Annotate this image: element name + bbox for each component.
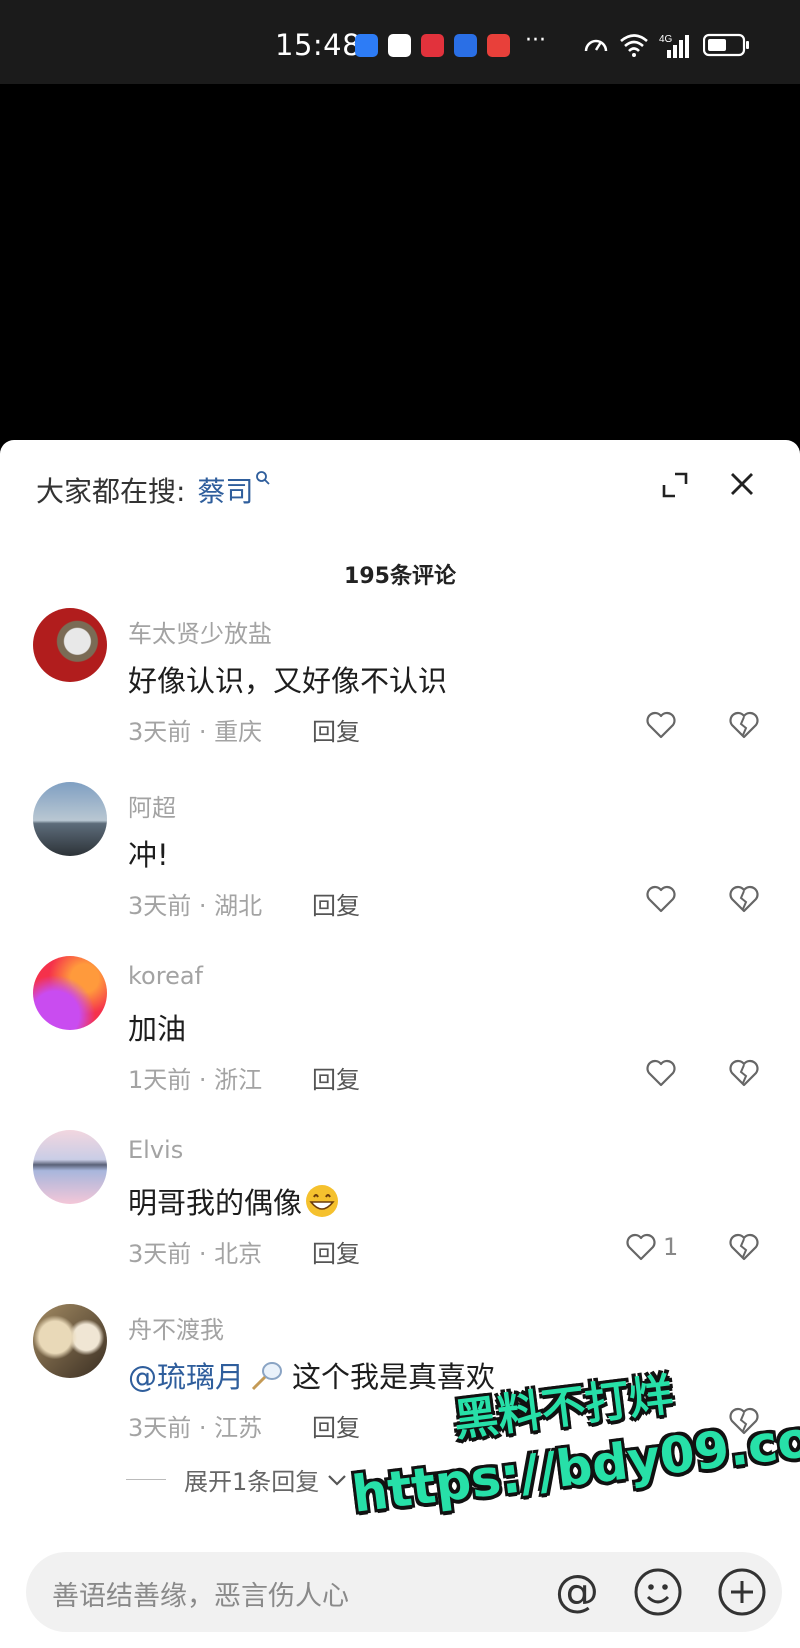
broken-heart-icon bbox=[729, 1233, 759, 1261]
racket-icon bbox=[251, 1362, 283, 1391]
grinning-emoji bbox=[306, 1185, 339, 1217]
comment-text: 加油 bbox=[128, 1012, 187, 1046]
comment-text: 好像认识，又好像不认识 bbox=[128, 664, 448, 698]
comment-username[interactable]: koreaf bbox=[128, 962, 203, 990]
search-term-link[interactable]: 蔡司 bbox=[197, 471, 271, 508]
broken-heart-icon bbox=[729, 1059, 759, 1087]
speed-icon bbox=[584, 39, 608, 52]
avatar[interactable] bbox=[33, 1304, 107, 1378]
shield-app-icon bbox=[388, 34, 411, 57]
like-button[interactable]: 1 bbox=[625, 1232, 678, 1262]
avatar[interactable] bbox=[33, 782, 107, 856]
comment-item: Elvis 明哥我的偶像 3天前 · 北京 回复 1 bbox=[0, 1130, 800, 1300]
comment-item: 阿超 冲! 3天前 · 湖北 回复 bbox=[0, 782, 800, 952]
reply-button[interactable]: 回复 bbox=[312, 886, 360, 921]
expand-replies-label: 展开1条回复 bbox=[184, 1468, 320, 1496]
comment-username[interactable]: 舟不渡我 bbox=[128, 1310, 224, 1345]
comment-count: 195条评论 bbox=[344, 564, 456, 589]
close-icon[interactable] bbox=[727, 468, 757, 500]
search-suggestion: 大家都在搜: 蔡司 bbox=[36, 470, 271, 510]
comment-text: 冲! bbox=[128, 838, 169, 872]
search-prefix: 大家都在搜: bbox=[36, 475, 186, 508]
comment-meta: 3天前 · 重庆 bbox=[128, 718, 263, 746]
video-area[interactable] bbox=[0, 84, 800, 440]
gift-app-icon bbox=[487, 34, 510, 57]
comment-text: 明哥我的偶像 bbox=[128, 1180, 342, 1222]
system-icons: 4G bbox=[583, 32, 751, 58]
comment-meta: 3天前 · 北京 bbox=[128, 1240, 263, 1268]
reply-button[interactable]: 回复 bbox=[312, 1234, 360, 1269]
like-button[interactable] bbox=[645, 884, 683, 914]
comment-username[interactable]: 阿超 bbox=[128, 788, 176, 823]
status-time: 15:48 bbox=[275, 28, 362, 62]
signal-4g-icon: 4G bbox=[659, 34, 689, 58]
comment-item: koreaf 加油 1天前 · 浙江 回复 bbox=[0, 956, 800, 1126]
comment-username[interactable]: Elvis bbox=[128, 1136, 183, 1164]
divider bbox=[126, 1479, 166, 1480]
broken-heart-icon bbox=[729, 885, 759, 913]
status-bar: 15:48 ··· 4G bbox=[0, 0, 800, 84]
heart-icon bbox=[646, 1059, 676, 1087]
heart-icon bbox=[646, 711, 676, 739]
mention-link[interactable]: @琉璃月 bbox=[128, 1360, 244, 1394]
svg-text:4G: 4G bbox=[659, 34, 673, 45]
like-button[interactable] bbox=[645, 710, 683, 740]
mention-button[interactable]: @ bbox=[550, 1565, 604, 1619]
comment-meta: 1天前 · 浙江 bbox=[128, 1066, 263, 1094]
comment-meta: 3天前 · 湖北 bbox=[128, 892, 263, 920]
heart-icon bbox=[626, 1233, 656, 1261]
like-button[interactable] bbox=[645, 1058, 683, 1088]
comment-item: 车太贤少放盐 好像认识，又好像不认识 3天前 · 重庆 回复 bbox=[0, 608, 800, 778]
reply-button[interactable]: 回复 bbox=[312, 712, 360, 747]
dislike-button[interactable] bbox=[728, 884, 760, 918]
emoji-icon[interactable] bbox=[632, 1566, 684, 1618]
dislike-button[interactable] bbox=[728, 710, 760, 744]
mall-app-icon bbox=[421, 34, 444, 57]
wifi-icon bbox=[620, 34, 648, 57]
add-icon[interactable] bbox=[716, 1566, 768, 1618]
broken-heart-icon bbox=[729, 711, 759, 739]
dislike-button[interactable] bbox=[728, 1058, 760, 1092]
search-icon bbox=[256, 471, 271, 485]
avatar[interactable] bbox=[33, 608, 107, 682]
more-notifications: ··· bbox=[525, 28, 546, 53]
expand-icon[interactable] bbox=[660, 470, 690, 500]
browser-app-icon bbox=[454, 34, 477, 57]
comment-username[interactable]: 车太贤少放盐 bbox=[128, 614, 272, 649]
chevron-down-icon bbox=[328, 1474, 347, 1486]
comment-meta: 3天前 · 江苏 bbox=[128, 1414, 263, 1442]
comment-input[interactable]: 善语结善缘，恶言伤人心 bbox=[52, 1574, 349, 1613]
dislike-button[interactable] bbox=[728, 1232, 760, 1266]
avatar[interactable] bbox=[33, 1130, 107, 1204]
avatar[interactable] bbox=[33, 956, 107, 1030]
message-app-icon bbox=[355, 34, 378, 57]
heart-icon bbox=[646, 885, 676, 913]
notification-icons bbox=[355, 34, 510, 57]
reply-button[interactable]: 回复 bbox=[312, 1060, 360, 1095]
expand-replies-button[interactable]: 展开1条回复 bbox=[126, 1462, 349, 1497]
battery-icon bbox=[703, 33, 749, 57]
like-count: 1 bbox=[663, 1233, 679, 1261]
